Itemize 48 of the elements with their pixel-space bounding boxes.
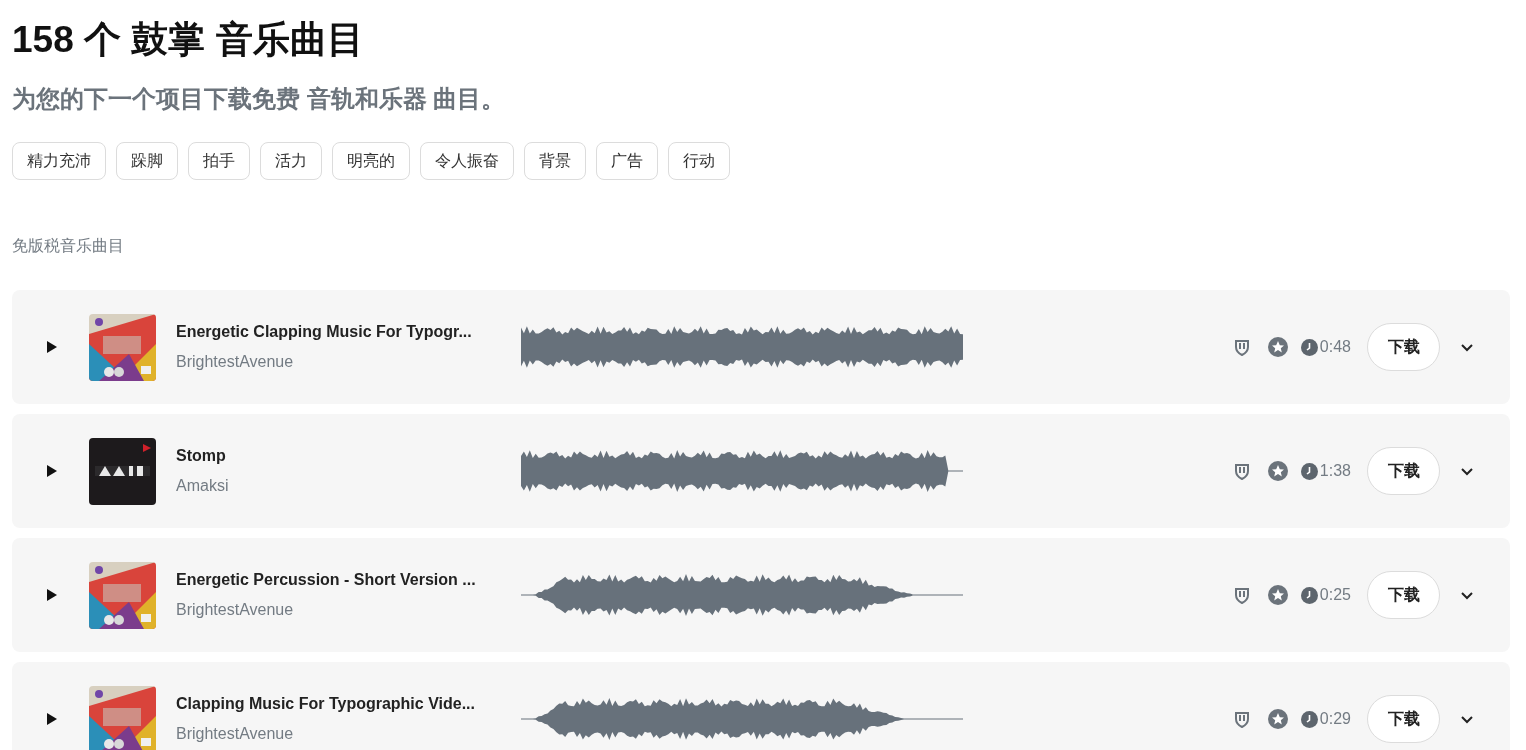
track-duration: 0:25 xyxy=(1319,585,1351,605)
play-icon[interactable] xyxy=(46,465,57,477)
waveform[interactable] xyxy=(521,449,963,493)
tag-chip[interactable]: 活力 xyxy=(260,142,322,180)
page-subheading: 为您的下一个项目下载免费 音轨和乐器 曲目。 xyxy=(12,84,507,114)
clock-icon xyxy=(1300,710,1318,728)
section-label: 免版税音乐曲目 xyxy=(12,236,125,256)
track-duration: 0:29 xyxy=(1319,709,1351,729)
shield-icon[interactable] xyxy=(1233,710,1250,728)
track-artist[interactable]: BrightestAvenue xyxy=(176,350,521,374)
track-title[interactable]: Energetic Percussion - Short Version ... xyxy=(176,568,521,592)
track-duration: 1:38 xyxy=(1319,461,1351,481)
tag-chip[interactable]: 背景 xyxy=(524,142,586,180)
shield-icon[interactable] xyxy=(1233,462,1250,480)
track-title[interactable]: Clapping Music For Typographic Vide... xyxy=(176,692,521,716)
waveform[interactable] xyxy=(521,325,963,369)
track-artist[interactable]: BrightestAvenue xyxy=(176,598,521,622)
tag-chip[interactable]: 拍手 xyxy=(188,142,250,180)
track-artist[interactable]: Amaksi xyxy=(176,474,521,498)
play-icon[interactable] xyxy=(46,589,57,601)
download-button[interactable]: 下载 xyxy=(1367,695,1440,743)
download-button[interactable]: 下载 xyxy=(1367,447,1440,495)
play-icon[interactable] xyxy=(46,341,57,353)
tag-chip[interactable]: 精力充沛 xyxy=(12,142,106,180)
waveform[interactable] xyxy=(521,573,963,617)
track-title[interactable]: Stomp xyxy=(176,444,521,468)
play-icon[interactable] xyxy=(46,713,57,725)
clock-icon xyxy=(1300,338,1318,356)
download-button[interactable]: 下载 xyxy=(1367,323,1440,371)
shield-icon[interactable] xyxy=(1233,586,1250,604)
tag-chip[interactable]: 广告 xyxy=(596,142,658,180)
chevron-down-icon[interactable] xyxy=(1460,590,1474,600)
tag-chip[interactable]: 令人振奋 xyxy=(420,142,514,180)
track-artist[interactable]: BrightestAvenue xyxy=(176,722,521,746)
tag-chip[interactable]: 行动 xyxy=(668,142,730,180)
tag-chip[interactable]: 跺脚 xyxy=(116,142,178,180)
track-duration: 0:48 xyxy=(1319,337,1351,357)
shield-icon[interactable] xyxy=(1233,338,1250,356)
track-title[interactable]: Energetic Clapping Music For Typogr... xyxy=(176,320,521,344)
clock-icon xyxy=(1300,462,1318,480)
chevron-down-icon[interactable] xyxy=(1460,714,1474,724)
clock-icon xyxy=(1300,586,1318,604)
tag-chip[interactable]: 明亮的 xyxy=(332,142,410,180)
chevron-down-icon[interactable] xyxy=(1460,342,1474,352)
page-heading: 158 个 鼓掌 音乐曲目 xyxy=(12,18,365,62)
chevron-down-icon[interactable] xyxy=(1460,466,1474,476)
download-button[interactable]: 下载 xyxy=(1367,571,1440,619)
waveform[interactable] xyxy=(521,697,963,741)
